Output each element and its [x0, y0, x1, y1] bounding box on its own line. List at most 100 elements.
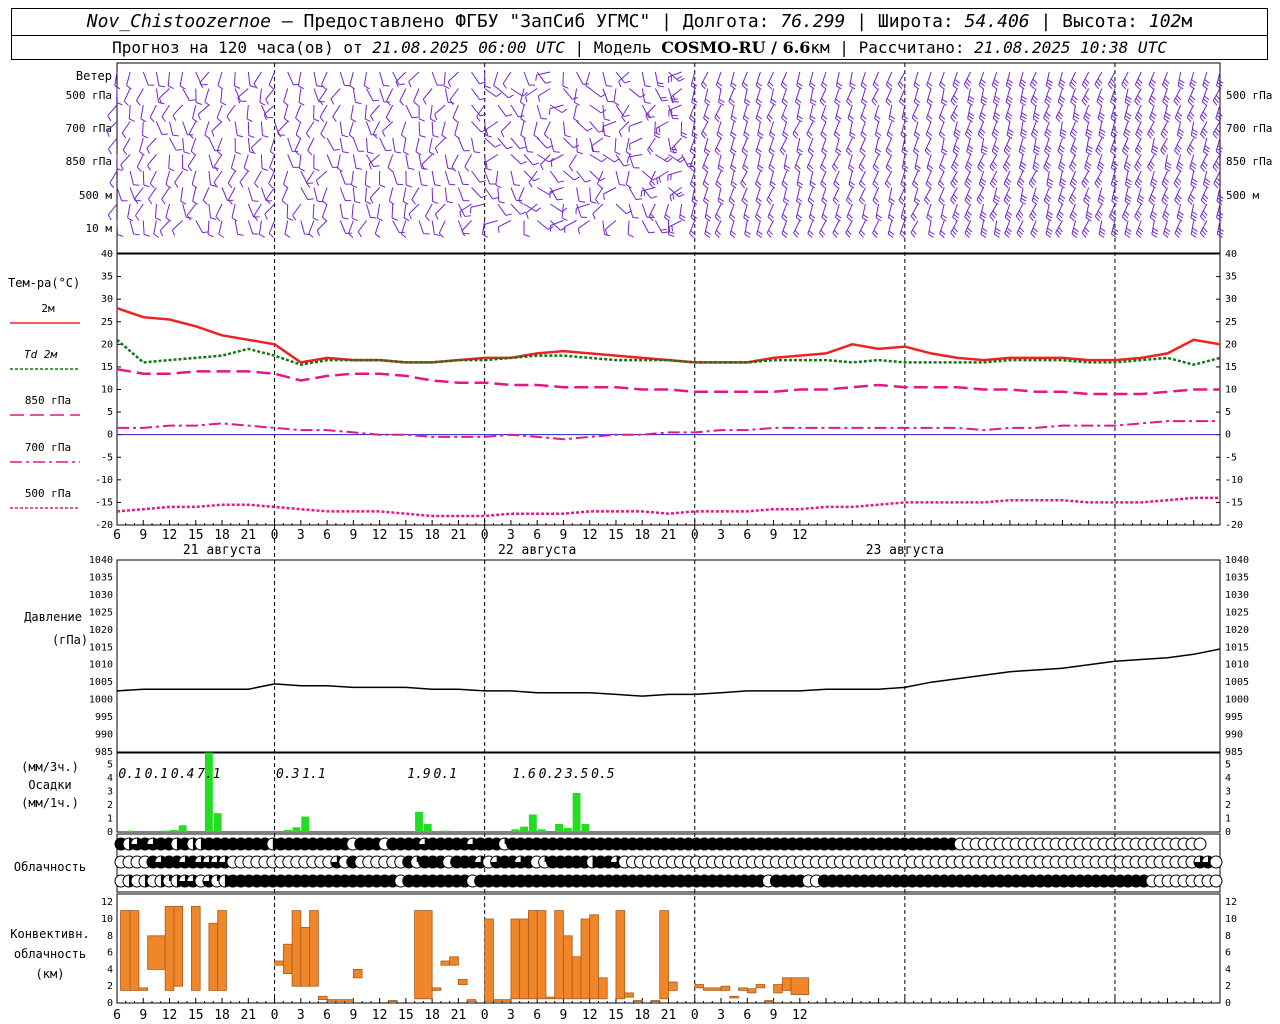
temp-hour-label: 18	[634, 528, 650, 543]
wind-barb-feather	[808, 230, 814, 236]
wind-barb-feather	[1137, 230, 1143, 236]
wind-barb-feather	[494, 144, 501, 148]
temp-hour-label: 9	[770, 528, 778, 543]
conv-hour-label: 12	[582, 1008, 598, 1023]
wind-barb	[287, 154, 294, 168]
pressure-tick-right: 1030	[1225, 590, 1249, 601]
wind-barb-feather	[254, 182, 259, 189]
wind-barb-feather	[525, 212, 529, 219]
wind-barb	[549, 137, 555, 152]
wind-barb-feather	[794, 167, 800, 172]
wind-barb-feather	[992, 210, 998, 216]
wind-barb-feather	[1189, 98, 1195, 104]
wind-barb-feather	[422, 99, 427, 105]
wind-barb	[576, 187, 580, 202]
wind-barb-feather	[658, 126, 661, 133]
wind-barb-feather	[658, 176, 661, 183]
wind-barb	[977, 154, 985, 168]
wind-barb-feather	[745, 230, 751, 235]
wind-barb-feather	[1176, 217, 1183, 222]
wind-barb-feather	[1175, 147, 1181, 153]
wind-barb	[497, 137, 508, 150]
wind-barb	[1134, 170, 1142, 184]
wind-barb	[332, 104, 341, 118]
wind-barb-feather	[1018, 180, 1024, 186]
wind-barb-feather	[1178, 211, 1184, 216]
wind-barb-feather	[1046, 95, 1052, 101]
wind-barb-feather	[418, 118, 425, 122]
wind-barb-feather	[718, 164, 724, 169]
wind-barb-feather	[704, 101, 710, 106]
wind-barb	[470, 203, 485, 208]
wind-barb	[471, 71, 480, 84]
wind-barb-feather	[848, 114, 854, 120]
wind-barb-feather	[1200, 133, 1205, 139]
wind-barb	[227, 170, 236, 184]
wind-barb-feather	[1188, 197, 1194, 203]
temp-tick-right: -10	[1225, 475, 1243, 486]
wind-barb-feather	[676, 191, 683, 196]
wind-barb-feather	[993, 101, 999, 106]
wind-barb	[418, 121, 421, 136]
conv-bar	[720, 985, 731, 991]
wind-barb	[510, 170, 515, 185]
wind-barb-feather	[980, 233, 987, 238]
wind-barb-feather	[1177, 111, 1183, 117]
conv-bar	[589, 914, 599, 1000]
wind-barb-feather	[872, 97, 878, 103]
conv-tick-right: 10	[1225, 914, 1237, 925]
wind-barb-feather	[364, 118, 371, 123]
wind-barb-feather	[821, 131, 827, 137]
wind-barb	[149, 170, 157, 184]
wind-barb	[281, 187, 289, 201]
wind-barb-feather	[938, 200, 944, 205]
wind-barb	[591, 137, 604, 147]
wind-barb-feather	[1147, 166, 1152, 172]
wind-barb-feather	[643, 190, 646, 197]
wind-barb	[339, 71, 345, 86]
wind-barb	[269, 154, 276, 168]
precip-bar	[511, 829, 520, 832]
wind-barb-feather	[666, 157, 673, 163]
wind-barb	[155, 121, 163, 135]
pressure-tick-left: 990	[95, 730, 113, 741]
wind-barb	[625, 170, 630, 185]
wind-barb	[116, 187, 123, 201]
wind-barb-feather	[965, 230, 971, 236]
wind-barb-feather	[953, 95, 959, 101]
wind-barb-feather	[1216, 115, 1222, 120]
wind-barb-feather	[139, 151, 145, 156]
precip-3h-total: 1.6	[512, 767, 536, 782]
wind-barb-feather	[619, 184, 626, 186]
wind-barb-feather	[1190, 82, 1196, 87]
conv-hour-label: 6	[533, 1008, 541, 1023]
temp-tick-left: 15	[101, 362, 113, 373]
wind-barb	[182, 137, 185, 152]
wind-barb	[668, 137, 672, 152]
wind-barb-feather	[995, 227, 1001, 232]
cloud-title: Облачность	[14, 860, 86, 874]
wind-barb-feather	[807, 233, 813, 238]
conv-bar	[300, 927, 310, 987]
wind-barb	[352, 88, 357, 103]
wind-barb-feather	[1147, 133, 1152, 139]
wind-barb	[845, 137, 853, 151]
wind-barb	[602, 220, 605, 235]
wind-barb-feather	[702, 130, 708, 136]
precip-bar	[126, 830, 135, 832]
wind-barb	[208, 154, 214, 169]
wind-barb	[168, 154, 171, 169]
wind-level-left: 10 м	[86, 222, 113, 235]
conv-bar	[528, 910, 538, 1000]
wind-barb-feather	[1111, 210, 1117, 216]
wind-barb-feather	[1174, 199, 1180, 205]
wind-barb-feather	[401, 233, 407, 238]
wind-barb	[247, 187, 253, 202]
wind-barb-feather	[1212, 133, 1218, 139]
wind-barb	[140, 104, 144, 119]
wind-barb-feather	[979, 114, 986, 120]
wind-barb-feather	[443, 85, 450, 90]
wind-barb-feather	[1006, 115, 1012, 120]
wind-barb	[204, 121, 210, 136]
wind-barb-feather	[1083, 81, 1089, 87]
